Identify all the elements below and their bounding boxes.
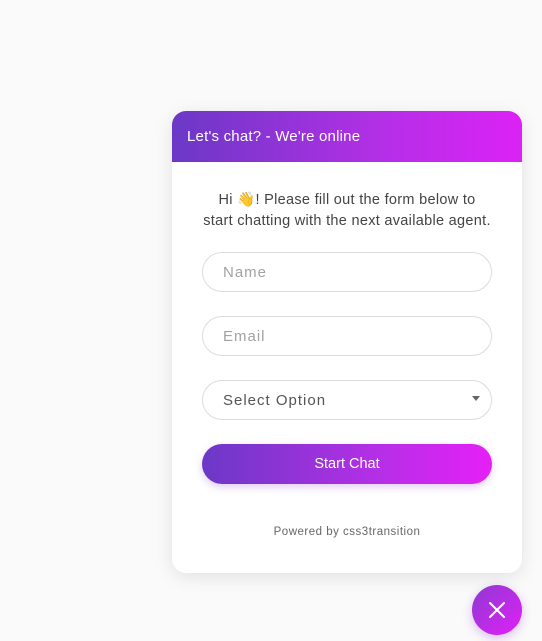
start-chat-button[interactable]: Start Chat	[202, 444, 492, 484]
name-field-wrap	[202, 252, 492, 292]
chat-form: Hi 👋! Please fill out the form below to …	[172, 162, 522, 538]
page: Let's chat? - We're online Hi 👋! Please …	[0, 0, 542, 641]
chat-header: Let's chat? - We're online	[172, 111, 522, 162]
chevron-down-icon	[472, 396, 480, 401]
close-icon	[489, 602, 505, 618]
email-field-wrap	[202, 316, 492, 356]
name-input[interactable]	[202, 252, 492, 292]
chat-widget: Let's chat? - We're online Hi 👋! Please …	[172, 111, 522, 573]
close-chat-button[interactable]	[472, 585, 522, 635]
chat-title: Let's chat? - We're online	[187, 128, 361, 145]
option-select[interactable]: Select Option	[202, 380, 492, 420]
option-select-wrap: Select Option	[202, 380, 492, 420]
powered-by-text: Powered by css3transition	[273, 526, 421, 538]
option-select-value: Select Option	[223, 391, 327, 409]
intro-text: Hi 👋! Please fill out the form below to …	[203, 192, 491, 229]
email-input[interactable]	[202, 316, 492, 356]
